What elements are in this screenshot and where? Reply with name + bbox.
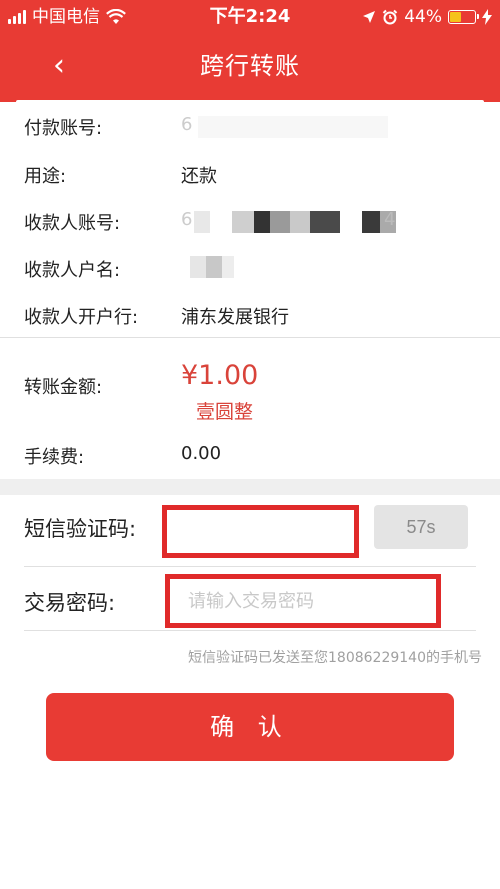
section-separator [0, 479, 500, 495]
resend-code-button[interactable]: 57s [374, 505, 468, 549]
amount-value: ¥1.00 [181, 360, 259, 391]
amount-label: 转账金额: [24, 377, 103, 398]
amount-chinese: 壹圆整 [196, 401, 254, 423]
payee-account-value-end: 4 [384, 209, 396, 230]
battery-icon [448, 10, 479, 24]
charging-bolt-icon [482, 9, 492, 25]
payee-name-masked [190, 256, 234, 278]
sms-code-highlight [162, 505, 359, 558]
fee-label: 手续费: [24, 447, 85, 468]
sms-sent-hint: 短信验证码已发送至您18086229140的手机号 [188, 650, 482, 666]
divider [24, 630, 476, 631]
payer-account-label: 付款账号: [24, 118, 103, 139]
payer-account-value: 6 [181, 114, 193, 135]
payee-account-label: 收款人账号: [24, 213, 121, 234]
sms-code-input[interactable] [167, 510, 354, 553]
fee-value: 0.00 [181, 443, 222, 464]
battery-percent: 44% [404, 7, 442, 27]
payee-name-label: 收款人户名: [24, 260, 121, 281]
password-label: 交易密码: [24, 591, 116, 615]
confirm-button[interactable]: 确 认 [46, 693, 454, 761]
sheet-edge [16, 100, 484, 106]
password-input[interactable] [170, 579, 436, 623]
payee-account-value-start: 6 [181, 209, 193, 230]
divider [0, 337, 500, 338]
alarm-icon [382, 9, 398, 25]
app-header: 中国电信 下午2:24 44% ‹ 跨行转账 [0, 0, 500, 102]
divider [24, 566, 476, 567]
purpose-value: 还款 [181, 166, 217, 187]
sms-code-label: 短信验证码: [24, 517, 137, 541]
password-highlight [165, 574, 441, 628]
payer-account-masked [198, 116, 388, 138]
nav-bar: ‹ 跨行转账 [0, 34, 500, 102]
page-title: 跨行转账 [200, 52, 300, 80]
location-arrow-icon [363, 11, 376, 23]
purpose-label: 用途: [24, 166, 67, 187]
payee-bank-label: 收款人开户行: [24, 307, 139, 328]
payee-bank-value: 浦东发展银行 [181, 307, 289, 328]
payee-account-masked [194, 211, 396, 233]
status-bar: 中国电信 下午2:24 44% [0, 0, 500, 34]
